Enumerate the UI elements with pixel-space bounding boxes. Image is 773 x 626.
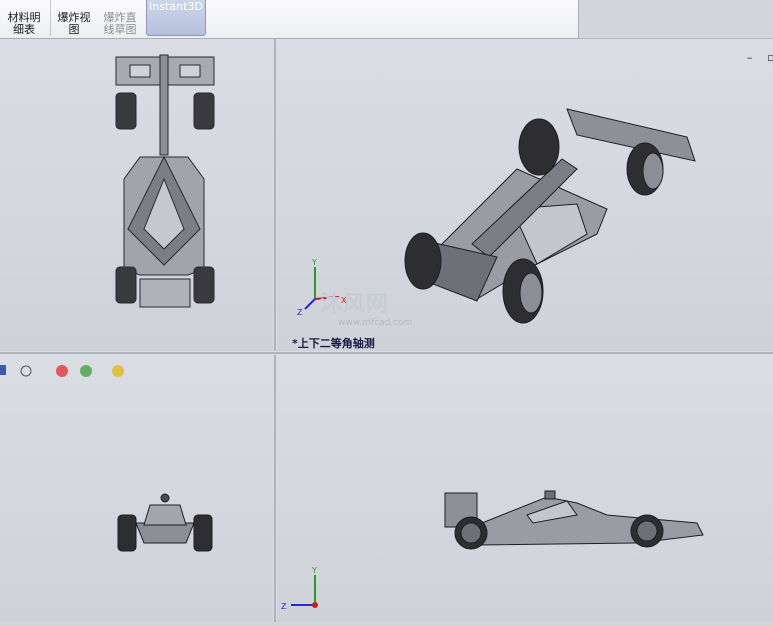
- exploded-view-label: 爆炸视 图: [57, 11, 91, 36]
- view-heads-up-toolbar: [0, 361, 140, 381]
- side-triad: [291, 575, 318, 608]
- site-watermark: 沐风网 www.mfcad.com: [320, 286, 412, 328]
- viewport-vertical-splitter[interactable]: [273, 39, 277, 622]
- view-settings-icon: [112, 365, 124, 377]
- side-triad-y-label: Y: [311, 566, 317, 575]
- explode-line-sketch-button[interactable]: 爆炸直 线草图: [98, 0, 142, 37]
- exploded-view-button[interactable]: 爆炸视 图: [52, 0, 96, 37]
- viewport-restore-button[interactable]: ▫: [767, 51, 773, 64]
- triad-y-label: Y: [311, 258, 317, 267]
- viewport-horizontal-splitter[interactable]: [0, 351, 773, 355]
- toolbar-empty-area: [579, 0, 773, 39]
- car-side-view: Y Z: [281, 490, 704, 611]
- appearance-icon: [56, 365, 68, 377]
- display-style-icon: [0, 365, 6, 375]
- watermark-text: 沐风网: [320, 292, 390, 317]
- car-front-view: [117, 493, 213, 552]
- explode-line-sketch-label: 爆炸直 线草图: [103, 11, 137, 36]
- car-top-view: [115, 54, 215, 308]
- isometric-view-label: *上下二等角轴测: [292, 337, 375, 350]
- triad-z-label: Z: [297, 308, 303, 317]
- viewport-top[interactable]: [0, 39, 273, 351]
- hide-show-icon: [20, 365, 32, 377]
- viewport-right[interactable]: Y Z: [277, 355, 773, 622]
- bom-button[interactable]: 材料明 细表: [2, 0, 46, 37]
- side-triad-z-label: Z: [281, 602, 287, 611]
- viewport-front[interactable]: [0, 355, 273, 622]
- command-manager-toolbar: 材料明 细表 爆炸视 图 爆炸直 线草图 Instant3D: [0, 0, 579, 39]
- instant3d-button[interactable]: Instant3D: [146, 0, 206, 36]
- viewport-minimize-button[interactable]: –: [747, 51, 753, 64]
- toolbar-separator: [50, 0, 51, 36]
- watermark-url: www.mfcad.com: [338, 318, 413, 328]
- bom-label: 材料明 细表: [7, 11, 41, 36]
- instant3d-label: Instant3D: [149, 0, 203, 13]
- scene-icon: [80, 365, 92, 377]
